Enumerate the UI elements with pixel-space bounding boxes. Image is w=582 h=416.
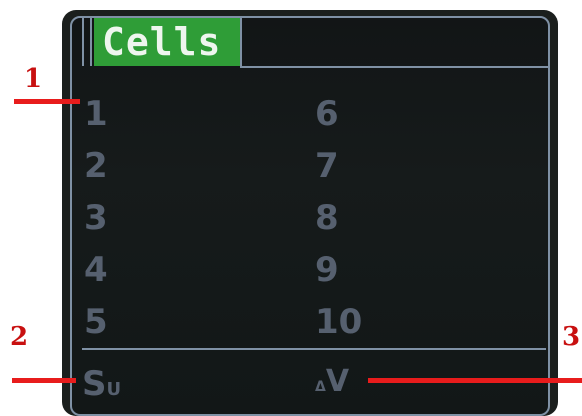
cell-label-6: 6 [315,94,339,134]
callout-number-2: 2 [10,322,29,352]
tab-divider [240,18,242,68]
sum-label-main: S [82,364,107,404]
callout-line-3 [368,378,582,383]
tab-notch [82,18,92,66]
cell-label-1: 1 [84,94,108,134]
cell-label-4: 4 [84,250,108,290]
header-rule [240,66,550,68]
cell-label-8: 8 [315,198,339,238]
footer-rule [82,348,546,350]
delta-voltage-label: ΔV [315,364,349,399]
delta-label-prefix: Δ [315,379,326,395]
tab-cells-title[interactable]: Cells [94,18,240,66]
callout-line-2 [12,378,76,383]
cell-label-2: 2 [84,146,108,186]
cell-label-10: 10 [315,302,363,342]
sum-voltage-label: SU [82,364,121,404]
callout-number-1: 1 [24,64,43,94]
cell-label-3: 3 [84,198,108,238]
callout-number-3: 3 [562,322,581,352]
cell-label-5: 5 [84,302,108,342]
sum-label-sub: U [106,379,122,400]
callout-line-1 [14,99,80,104]
cell-label-7: 7 [315,146,339,186]
cell-label-9: 9 [315,250,339,290]
delta-label-main: V [325,364,350,399]
lcd-screen: Cells 1 2 3 4 5 6 7 8 9 10 SU ΔV [70,16,550,416]
